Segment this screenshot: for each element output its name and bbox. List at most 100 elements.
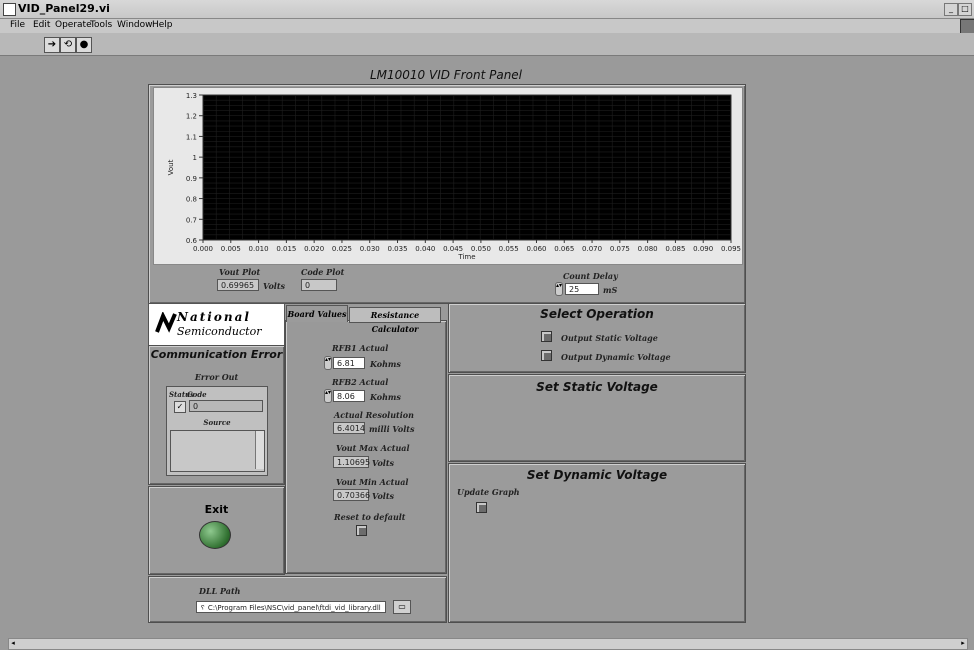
national-logo: National Semiconductor — [148, 303, 285, 347]
error-cluster: Status Code ✓ 0 Source — [166, 386, 268, 476]
exit-label: Exit — [204, 503, 229, 516]
error-out-label: Error Out — [194, 372, 239, 382]
code-value: 0 — [189, 400, 263, 412]
count-delay-spin[interactable]: ▴▾ — [555, 282, 563, 296]
dll-path-panel: DLL Path ␦ C:\Program Files\NSC\vid_pane… — [148, 576, 447, 623]
resolution-value: 6.4014 — [333, 422, 365, 434]
browse-folder-icon[interactable]: ▭ — [393, 600, 411, 614]
x-tick-label: 0.030 — [360, 245, 380, 253]
update-graph-label: Update Graph — [457, 487, 520, 497]
y-tick-label: 1 — [193, 154, 197, 162]
x-tick-label: 0.070 — [582, 245, 602, 253]
horizontal-scrollbar[interactable]: ◂ ▸ — [8, 638, 968, 650]
static-voltage-panel: Set Static Voltage — [448, 374, 746, 462]
y-tick-label: 1.2 — [186, 113, 197, 121]
output-dynamic-label: Output Dynamic Voltage — [561, 352, 671, 362]
vmin-value: 0.70366 — [333, 489, 370, 501]
tab-resistance-calculator[interactable]: Resistance Calculator — [349, 307, 441, 334]
vout-plot-label: Vout Plot — [219, 267, 261, 277]
count-delay-label: Count Delay — [563, 271, 618, 281]
menu-edit[interactable]: Edit — [33, 20, 50, 30]
menu-window[interactable]: Window — [117, 20, 153, 30]
reset-label: Reset to default — [334, 512, 406, 522]
menu-file[interactable]: File — [10, 20, 25, 30]
rfb2-label: RFB2 Actual — [332, 377, 389, 387]
rfb2-unit: Kohms — [370, 392, 401, 402]
scroll-left-icon[interactable]: ◂ — [9, 639, 17, 647]
update-graph-button[interactable] — [476, 502, 487, 513]
x-tick-label: 0.055 — [499, 245, 519, 253]
code-plot-value: 0 — [301, 279, 337, 291]
tab-board-values[interactable]: Board Values — [286, 305, 348, 322]
scroll-right-icon[interactable]: ▸ — [959, 639, 967, 647]
resolution-label: Actual Resolution — [334, 410, 414, 420]
code-plot-label: Code Plot — [301, 267, 345, 277]
select-operation-title: Select Operation — [540, 307, 654, 321]
rfb1-input[interactable]: 6.81 — [333, 357, 365, 369]
rfb1-unit: Kohms — [370, 359, 401, 369]
y-tick-label: 0.7 — [186, 216, 197, 224]
toolbar: ➔ ⟲ ● — [0, 33, 974, 56]
menu-tools[interactable]: Tools — [90, 20, 112, 30]
output-static-switch[interactable] — [541, 331, 552, 342]
vmax-label: Vout Max Actual — [336, 443, 410, 453]
ns-logo-icon — [155, 312, 177, 333]
resolution-unit: milli Volts — [369, 424, 415, 434]
run-continuous-icon[interactable]: ⟲ — [60, 37, 76, 53]
source-textbox — [170, 430, 265, 472]
y-tick-label: 0.6 — [186, 237, 198, 245]
graph-panel: 1.3 1.2 1.1 1 0.9 0.8 0.7 0.6 0.000 0.005 0.010 0.0… — [148, 84, 746, 304]
output-static-label: Output Static Voltage — [561, 333, 658, 343]
dll-path-input[interactable]: ␦ C:\Program Files\NSC\vid_panel\ftdi_vi… — [196, 601, 386, 613]
run-arrow-icon[interactable]: ➔ — [44, 37, 60, 53]
vout-graph[interactable]: 1.3 1.2 1.1 1 0.9 0.8 0.7 0.60.000 0.005 0.010 0.0… — [153, 87, 741, 263]
x-tick-label: 0.020 — [304, 245, 324, 253]
output-dynamic-switch[interactable] — [541, 350, 552, 361]
minimize-button[interactable]: _ — [944, 3, 958, 16]
comm-error-title: Communication Error — [150, 348, 283, 361]
rfb2-spin[interactable]: ▴▾ — [324, 389, 332, 403]
vout-plot-unit: Volts — [263, 281, 286, 291]
x-tick-label: 0.065 — [554, 245, 574, 253]
dll-path-label: DLL Path — [199, 586, 241, 596]
source-label: Source — [203, 418, 231, 427]
x-tick-label: 0.080 — [638, 245, 658, 253]
dynamic-voltage-title: Set Dynamic Voltage — [526, 468, 668, 482]
menu-operate[interactable]: Operate — [55, 20, 92, 30]
rfb2-input[interactable]: 8.06 — [333, 390, 365, 402]
y-tick-label: 1.1 — [186, 133, 197, 141]
x-tick-label: 0.090 — [693, 245, 713, 253]
maximize-button[interactable]: □ — [958, 3, 972, 16]
panel-title: LM10010 VID Front Panel — [369, 68, 523, 82]
x-tick-label: 0.075 — [610, 245, 630, 253]
x-tick-label: 0.060 — [526, 245, 546, 253]
title-bar: VID_Panel29.vi _ □ — [0, 0, 974, 19]
app-icon — [3, 3, 16, 16]
reset-button[interactable] — [356, 525, 367, 536]
vmin-label: Vout Min Actual — [336, 477, 409, 487]
y-axis-label: Vout — [167, 159, 175, 175]
x-tick-label: 0.010 — [249, 245, 269, 253]
y-tick-label: 1.3 — [186, 92, 197, 100]
x-tick-label: 0.005 — [221, 245, 241, 253]
exit-button[interactable] — [199, 521, 231, 549]
x-tick-label: 0.095 — [721, 245, 741, 253]
vmin-unit: Volts — [372, 491, 395, 501]
exit-panel: Exit — [148, 486, 285, 575]
abort-icon[interactable]: ● — [76, 37, 92, 53]
count-delay-input[interactable]: 25 — [565, 283, 599, 295]
rfb1-label: RFB1 Actual — [332, 343, 389, 353]
y-tick-label: 0.8 — [186, 196, 197, 204]
menu-help[interactable]: Help — [152, 20, 173, 30]
code-label: Code — [187, 390, 207, 399]
status-checkbox: ✓ — [174, 401, 186, 413]
rfb1-spin[interactable]: ▴▾ — [324, 356, 332, 370]
comm-error-panel: Communication Error Error Out Status Cod… — [148, 345, 285, 485]
source-scrollbar[interactable] — [255, 431, 264, 469]
x-tick-label: 0.035 — [388, 245, 408, 253]
x-tick-label: 0.000 — [193, 245, 213, 253]
x-tick-label: 0.050 — [471, 245, 491, 253]
y-tick-label: 0.9 — [186, 175, 197, 183]
logo-line2: Semiconductor — [177, 325, 262, 338]
x-tick-label: 0.045 — [443, 245, 463, 253]
